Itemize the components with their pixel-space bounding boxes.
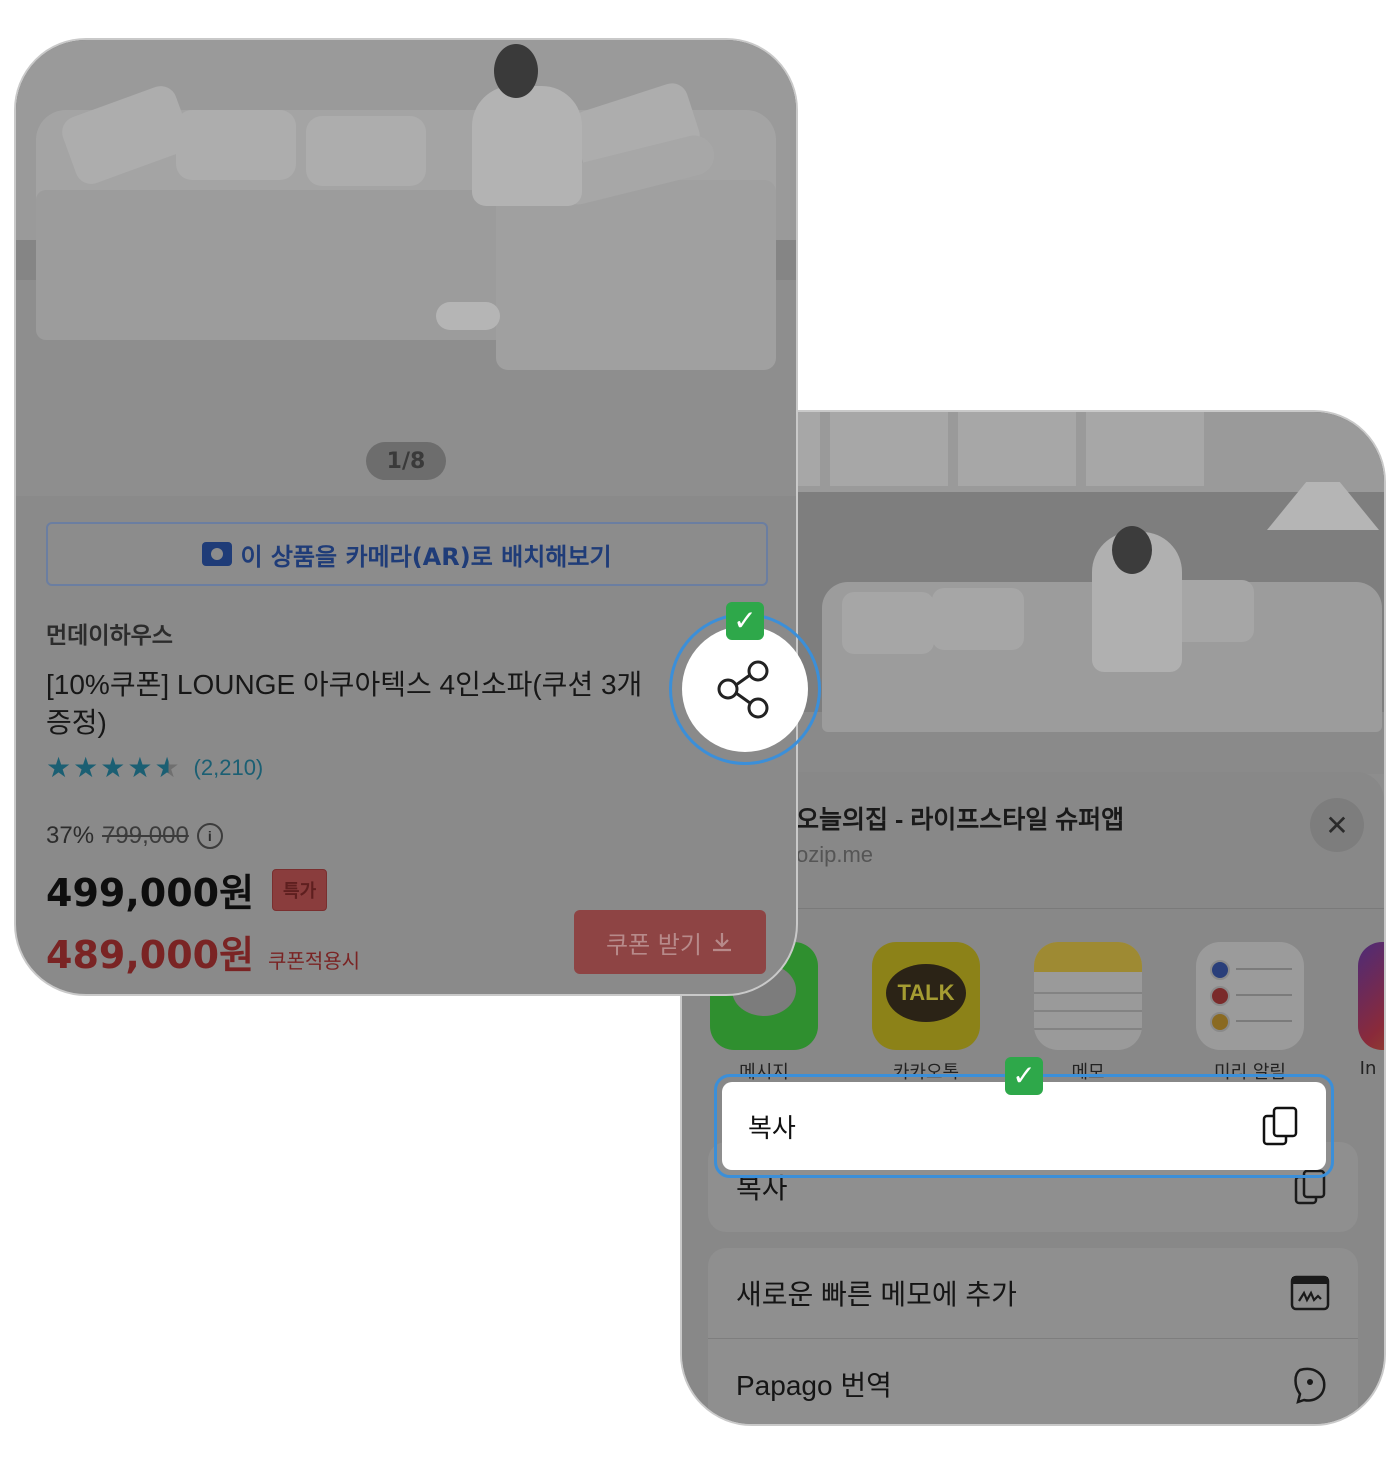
product-page-screenshot: 1/8 이 상품을 카메라(AR)로 배치해보기 먼데이하우스 [10%쿠폰] … [14, 38, 798, 996]
coupon-price-value: 489,000원 [46, 933, 255, 977]
share-button[interactable] [682, 626, 808, 752]
share-app-reminders[interactable]: 미리 알림 [1196, 942, 1304, 1083]
papago-label: Papago 번역 [736, 1370, 892, 1401]
close-icon: ✕ [1325, 808, 1349, 842]
image-pager: 1/8 [366, 442, 446, 480]
product-photo[interactable]: 1/8 [16, 40, 796, 496]
info-icon[interactable]: i [196, 823, 223, 849]
coupon-price-label: 쿠폰적용시 [268, 949, 361, 973]
notes-icon [1034, 942, 1142, 1050]
papago-icon [1294, 1367, 1326, 1404]
quick-note-label: 새로운 빠른 메모에 추가 [736, 1279, 1017, 1310]
share-app-instagram[interactable]: In [1358, 942, 1384, 1079]
brand-name[interactable]: 먼데이하우스 [46, 616, 173, 650]
discount-rate: 37% [46, 822, 95, 849]
sale-price: 499,000원 특가 [46, 862, 328, 917]
app-label: In [1359, 1058, 1377, 1079]
coupon-price: 489,000원 쿠폰적용시 [46, 924, 360, 979]
copy-button[interactable]: 복사 [722, 1082, 1326, 1170]
original-price: 799,000 [102, 822, 189, 849]
review-count: (2,210) [193, 755, 264, 780]
star-icon: ★ [127, 751, 153, 784]
discount-line: 37% 799,000 i [46, 822, 223, 850]
share-app-notes[interactable]: 메모 [1034, 942, 1142, 1083]
star-icon: ★ [100, 751, 126, 784]
quick-note-icon [1290, 1275, 1330, 1311]
rating[interactable]: ★ ★ ★ ★ ★ (2,210) [46, 754, 263, 782]
copy-icon [1262, 1106, 1298, 1146]
checkmark-icon: ✓ [1005, 1057, 1043, 1095]
star-icon: ★ [73, 751, 99, 784]
quick-note-row[interactable]: 새로운 빠른 메모에 추가 [708, 1248, 1358, 1338]
more-actions-group: 새로운 빠른 메모에 추가 Papago 번역 [708, 1248, 1358, 1424]
special-badge: 특가 [272, 868, 328, 911]
half-star-icon: ★ [154, 751, 180, 784]
close-button[interactable]: ✕ [1310, 798, 1364, 852]
instagram-icon [1358, 942, 1384, 1050]
product-title: [10%쿠폰] LOUNGE 아쿠아텍스 4인소파(쿠션 3개증정) [46, 669, 643, 738]
ar-button-label: 이 상품을 카메라(AR)로 배치해보기 [240, 542, 612, 571]
share-sheet-title: 오늘의집 - 라이프스타일 슈퍼앱 [796, 806, 1125, 834]
copy-label: 복사 [748, 1112, 796, 1143]
price-value: 499,000원 [46, 871, 255, 915]
download-icon [712, 933, 731, 952]
kakaotalk-icon: TALK [872, 942, 980, 1050]
get-coupon-button[interactable]: 쿠폰 받기 [574, 910, 766, 974]
share-sheet-url: ozip.me [796, 842, 874, 867]
camera-icon [202, 542, 233, 566]
ar-placement-button[interactable]: 이 상품을 카메라(AR)로 배치해보기 [46, 522, 768, 586]
share-icon [717, 660, 769, 719]
papago-row[interactable]: Papago 번역 [708, 1338, 1358, 1424]
coupon-button-label: 쿠폰 받기 [606, 930, 702, 959]
reminders-icon [1196, 942, 1304, 1050]
star-icon: ★ [46, 751, 72, 784]
checkmark-icon: ✓ [726, 602, 764, 640]
share-app-kakaotalk[interactable]: TALK 카카오톡 [872, 942, 980, 1083]
